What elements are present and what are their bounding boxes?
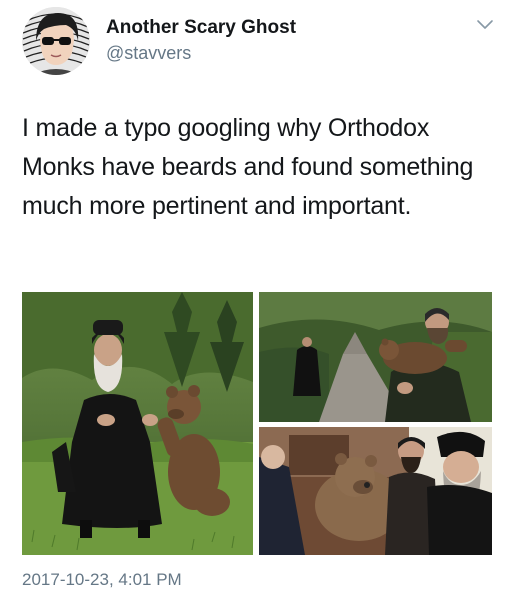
photo-path-and-cub[interactable] <box>259 292 492 422</box>
chevron-down-icon[interactable] <box>474 16 496 32</box>
photo-monks-and-bear[interactable] <box>259 427 492 555</box>
avatar-icon <box>22 7 90 75</box>
chevron-down-icon-graphic <box>477 20 493 29</box>
avatar[interactable] <box>22 7 90 75</box>
tweet-card: Another Scary Ghost @stavvers I made a t… <box>0 0 512 600</box>
user-handle[interactable]: @stavvers <box>106 43 191 64</box>
media-grid <box>22 292 492 555</box>
tweet-timestamp[interactable]: 2017-10-23, 4:01 PM <box>22 570 182 590</box>
photo-monk-with-bear[interactable] <box>22 292 253 555</box>
tweet-text: I made a typo googling why Orthodox Monk… <box>22 114 474 220</box>
display-name[interactable]: Another Scary Ghost <box>106 17 296 39</box>
